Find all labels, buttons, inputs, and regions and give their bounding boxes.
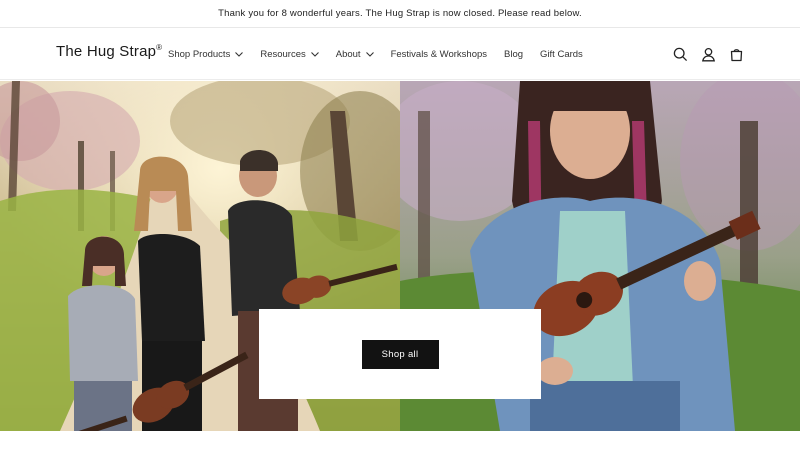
- registered-mark: ®: [156, 43, 163, 52]
- announcement-bar: Thank you for 8 wonderful years. The Hug…: [0, 0, 800, 28]
- cart-button[interactable]: [722, 40, 750, 68]
- account-button[interactable]: [694, 40, 722, 68]
- search-icon: [673, 47, 687, 61]
- nav-item-label: Festivals & Workshops: [390, 48, 488, 60]
- nav-item-about[interactable]: About: [336, 49, 374, 60]
- main-nav: Shop Products Resources About Festivals …: [168, 28, 600, 80]
- nav-item-label: Blog: [504, 48, 524, 60]
- nav-item-resources[interactable]: Resources: [260, 48, 319, 60]
- cart-icon: [730, 48, 742, 61]
- logo-text: The Hug Strap: [56, 43, 157, 60]
- nav-item-gift-cards[interactable]: Gift Cards: [540, 49, 583, 60]
- nav-item-blog[interactable]: Blog: [504, 49, 523, 60]
- nav-item-label: About: [335, 48, 361, 60]
- shop-all-button[interactable]: Shop all: [361, 339, 439, 369]
- account-icon: [701, 47, 715, 61]
- nav-item-festivals-workshops[interactable]: Festivals & Workshops: [391, 49, 487, 60]
- logo-link[interactable]: The Hug Strap®: [56, 43, 162, 60]
- nav-item-shop-products[interactable]: Shop Products: [168, 48, 244, 60]
- hero-content-box: Shop all: [259, 309, 541, 399]
- site-header: The Hug Strap® Shop Products Resources A…: [0, 28, 800, 80]
- nav-item-label: Shop Products: [168, 48, 231, 60]
- search-button[interactable]: [666, 40, 694, 68]
- chevron-down-icon: [310, 51, 319, 57]
- announcement-text: Thank you for 8 wonderful years. The Hug…: [218, 8, 582, 19]
- header-icons: [666, 28, 750, 80]
- nav-item-label: Gift Cards: [540, 48, 583, 60]
- nav-item-label: Resources: [260, 48, 306, 60]
- page-below-hero: [0, 431, 800, 450]
- chevron-down-icon: [365, 51, 374, 57]
- chevron-down-icon: [235, 51, 244, 57]
